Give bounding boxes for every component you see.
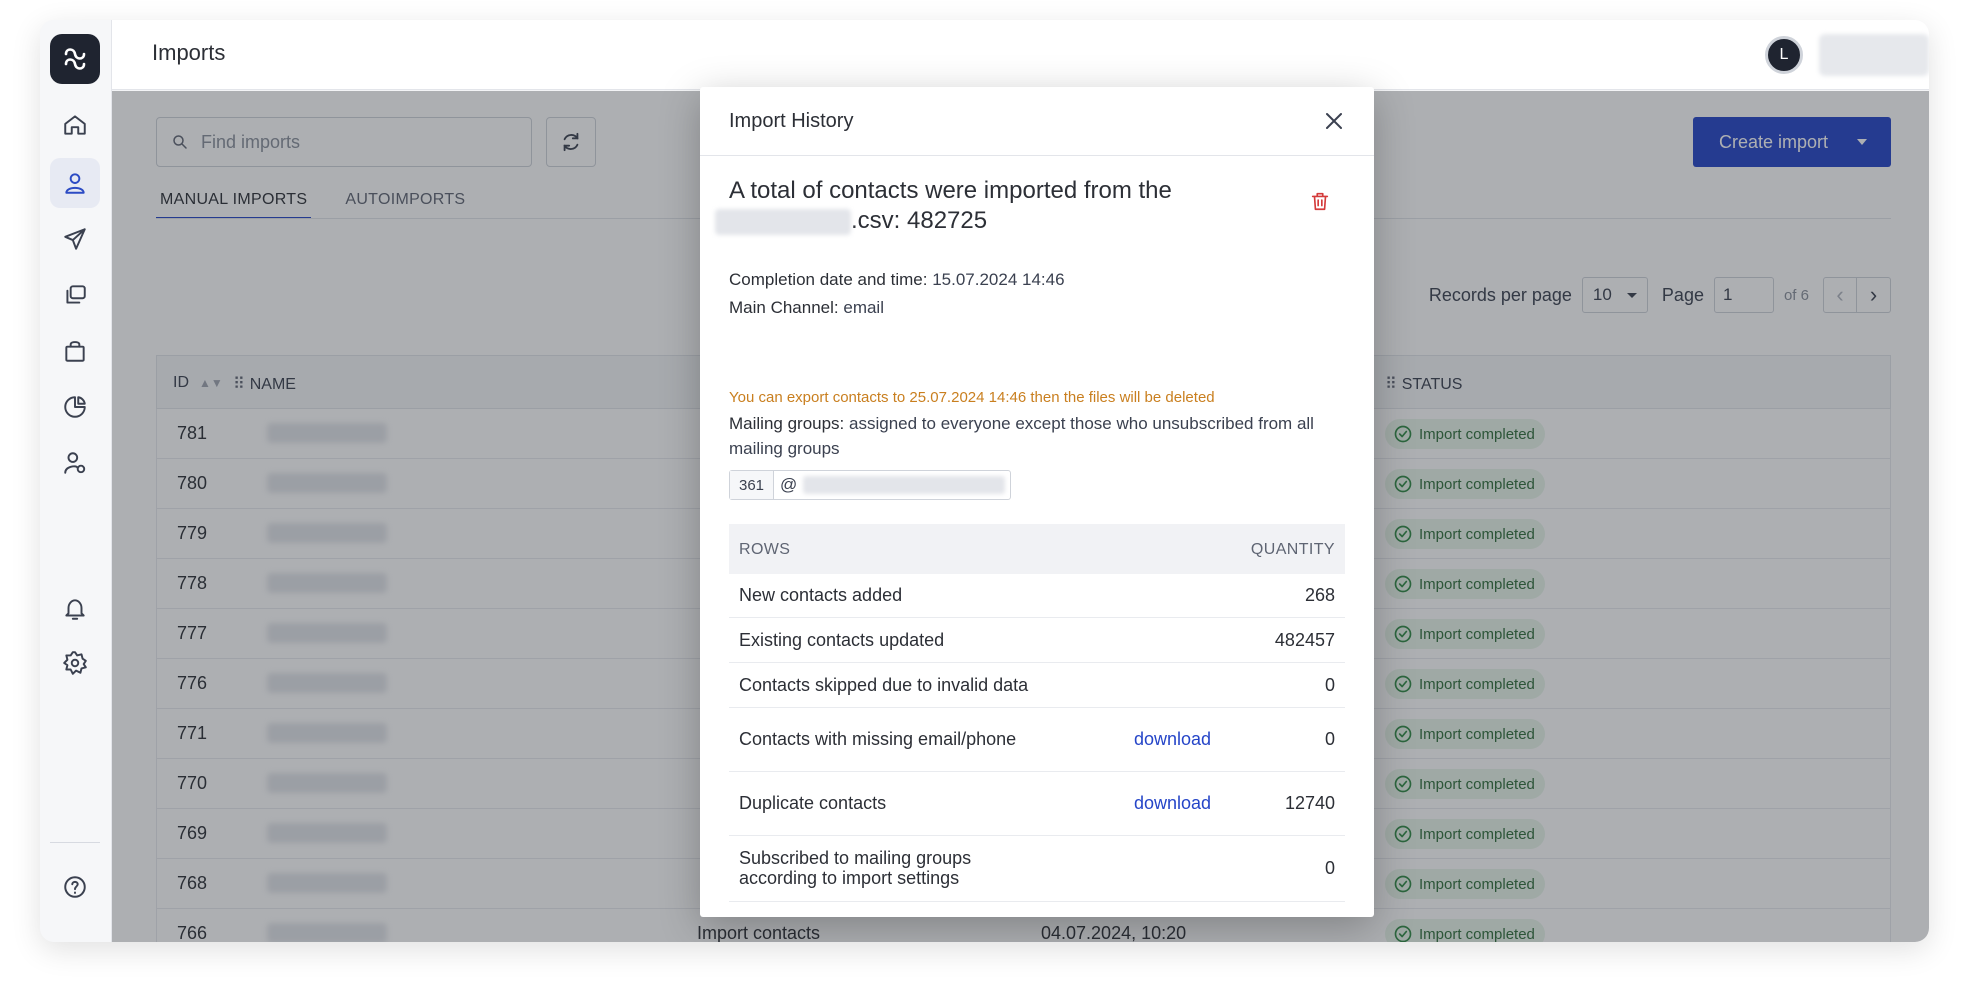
stats-row: Subscribed to mailing groups according t… <box>729 836 1345 902</box>
gear-icon <box>63 651 87 675</box>
sidebar-item-help[interactable] <box>50 862 100 912</box>
stats-row: Contacts skipped due to invalid data 0 <box>729 663 1345 708</box>
sidebar-item-contacts[interactable] <box>50 158 100 208</box>
page-title: Imports <box>152 40 226 65</box>
stats-row-quantity: 0 <box>1324 858 1335 878</box>
close-icon <box>1326 113 1342 129</box>
export-warning: You can export contacts to 25.07.2024 14… <box>729 389 1215 406</box>
sidebar-item-team[interactable] <box>50 438 100 488</box>
stats-row: Existing contacts updated 482457 <box>729 618 1345 663</box>
sidebar-item-notifications[interactable] <box>50 584 100 634</box>
download-link[interactable]: download <box>1134 793 1211 814</box>
stats-row-quantity: 12740 <box>1284 793 1335 813</box>
channel-label: Main Channel: <box>729 298 839 317</box>
stats-row-label: Contacts skipped due to invalid data <box>739 675 1029 695</box>
stats-row: Contacts with missing email/phone downloa… <box>729 708 1345 772</box>
trash-icon <box>1311 192 1329 211</box>
stats-row-label: Existing contacts updated <box>739 630 945 650</box>
stats-row-quantity: 482457 <box>1274 630 1335 650</box>
channel-info: Main Channel: email <box>729 298 884 318</box>
help-icon <box>64 876 86 898</box>
headline-file-suffix: .csv: 482725 <box>851 207 988 234</box>
stats-row: New contacts added 268 <box>729 574 1345 618</box>
sidebar-item-analytics[interactable] <box>50 382 100 432</box>
stats-row-label: New contacts added <box>739 585 903 605</box>
channel-value: email <box>843 298 884 317</box>
completion-value: 15.07.2024 14:46 <box>932 270 1065 289</box>
stats-row-label: Duplicate contacts <box>739 793 887 813</box>
top-header: Imports L <box>112 20 1929 90</box>
stats-col-quantity: QUANTITY <box>1250 541 1335 558</box>
sidebar-item-templates[interactable] <box>50 270 100 320</box>
stats-header: ROWS QUANTITY <box>729 524 1345 574</box>
avatar[interactable]: L <box>1765 36 1803 74</box>
home-icon <box>64 115 86 135</box>
stats-row-label: Subscribed to mailing groups according t… <box>739 848 972 888</box>
sidebar-item-settings[interactable] <box>50 638 100 688</box>
stats-row-quantity: 0 <box>1324 729 1335 749</box>
sidebar-item-home[interactable] <box>50 100 100 150</box>
bell-icon <box>65 599 85 620</box>
app-logo[interactable] <box>50 34 100 84</box>
at-icon: @ <box>780 475 798 494</box>
modal-title: Import History <box>729 110 854 132</box>
user-settings-icon <box>64 452 86 474</box>
import-history-modal: Import History A total of contacts were … <box>700 87 1374 917</box>
modal-header: Import History <box>700 87 1374 156</box>
logo-icon <box>64 48 86 70</box>
stats-col-rows: ROWS <box>739 541 791 558</box>
sidebar-item-products[interactable] <box>50 326 100 376</box>
stats-row: Duplicate contacts download 12740 <box>729 772 1345 836</box>
user-icon <box>65 173 85 194</box>
groups-label: Mailing groups: <box>729 414 845 433</box>
completion-label: Completion date and time: <box>729 270 928 289</box>
sidebar-item-campaigns[interactable] <box>50 214 100 264</box>
stats-row-quantity: 268 <box>1304 585 1335 605</box>
copy-icon <box>66 285 86 304</box>
send-icon <box>64 228 86 250</box>
mailing-group-chip: 361 @ <box>729 470 1011 500</box>
import-stats-table: ROWS QUANTITY New contacts added 268 Exist… <box>729 524 1345 902</box>
download-link[interactable]: download <box>1134 729 1211 750</box>
app-window: Imports L Find imports Create import MAN… <box>40 20 1929 942</box>
completion-info: Completion date and time: 15.07.2024 14:… <box>729 270 1065 290</box>
headline-prefix: A total of contacts were imported from t… <box>729 177 1172 204</box>
sidebar <box>40 20 112 942</box>
close-button[interactable] <box>1322 109 1346 133</box>
stats-body: New contacts added 268 Existing contacts u… <box>729 574 1345 902</box>
account-name-redacted[interactable] <box>1819 34 1929 76</box>
sidebar-divider <box>50 842 100 843</box>
group-count: 361 <box>730 471 774 499</box>
stats-row-label: Contacts with missing email/phone <box>739 729 1017 749</box>
mailing-groups-info: Mailing groups: assigned to everyone exc… <box>729 411 1329 461</box>
file-name-redacted <box>715 208 851 235</box>
bag-icon <box>65 341 85 362</box>
group-email-redacted <box>803 476 1006 494</box>
stats-row-quantity: 0 <box>1324 675 1335 695</box>
pie-chart-icon <box>64 396 86 418</box>
delete-button[interactable] <box>1309 190 1331 212</box>
import-summary-headline: A total of contacts were imported from t… <box>715 176 1249 236</box>
